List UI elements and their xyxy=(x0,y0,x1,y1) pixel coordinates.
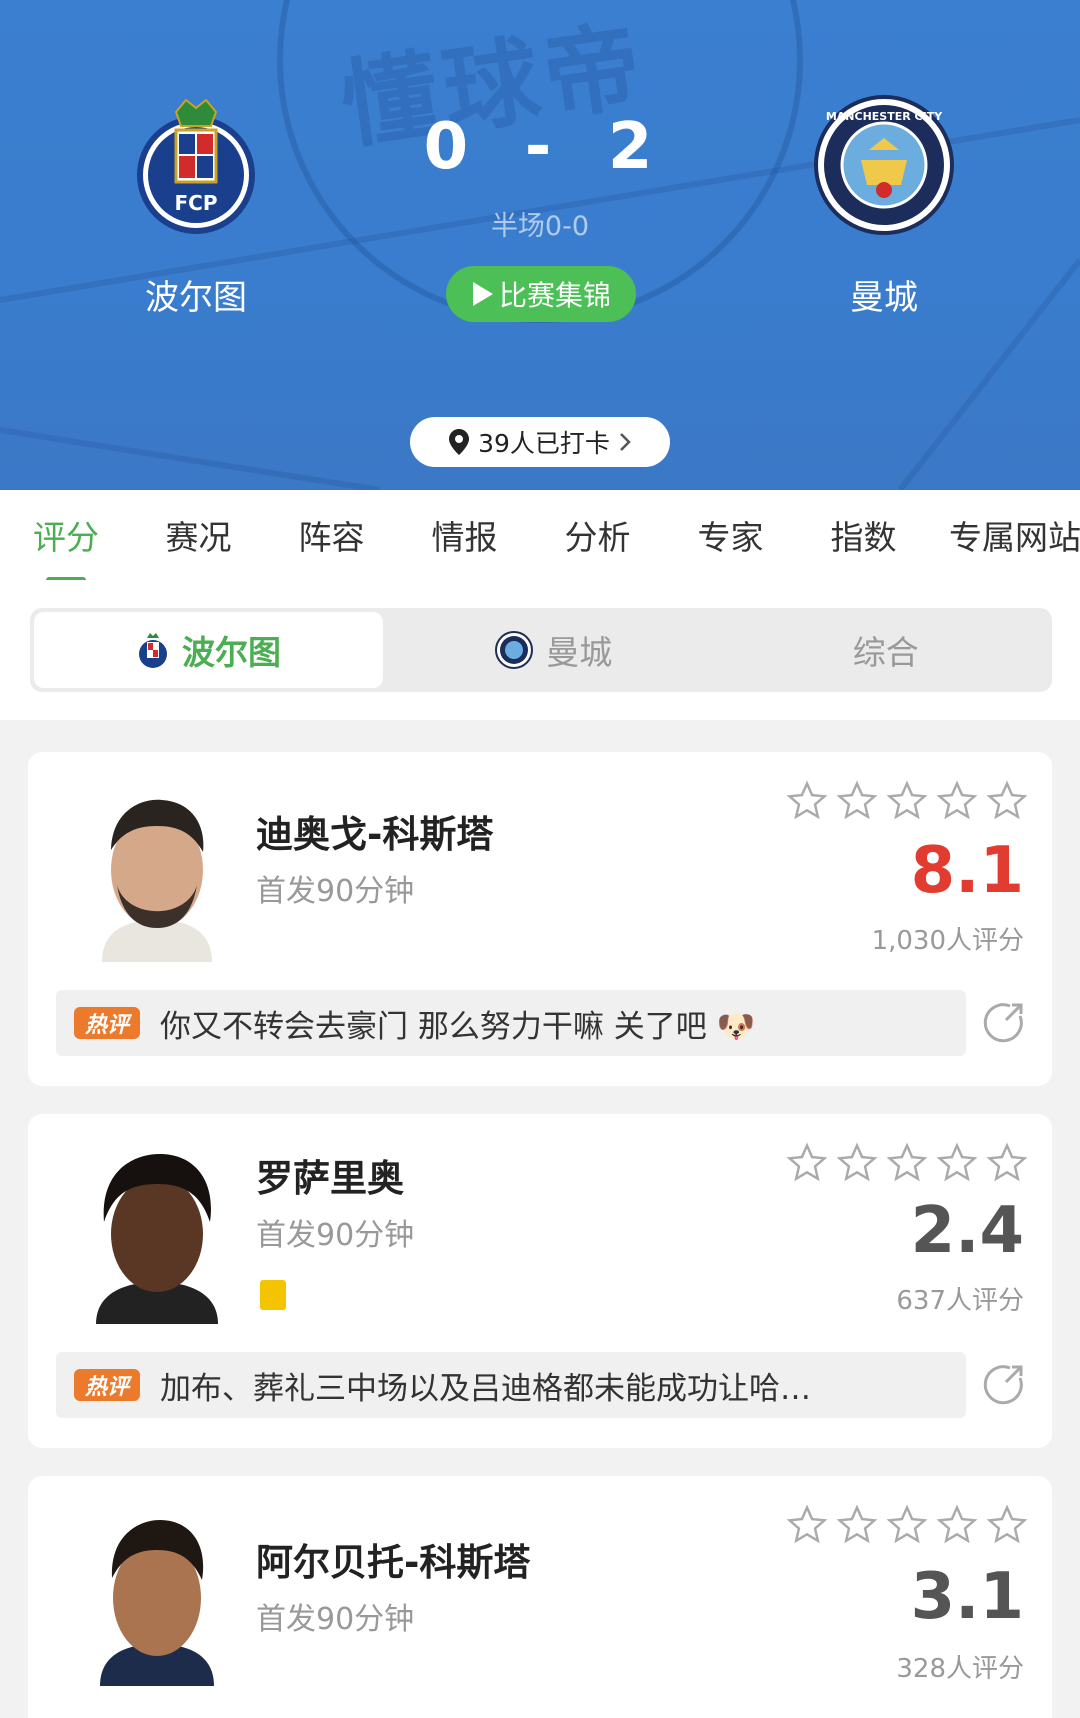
player-card[interactable]: 迪奥戈-科斯塔 首发90分钟 8.1 1,030人评分 热评 你又不转会去豪门 … xyxy=(28,752,1052,1086)
hot-comment[interactable]: 热评 你又不转会去豪门 那么努力干嘛 关了吧 🐶 xyxy=(56,990,966,1056)
star-icon[interactable] xyxy=(886,1142,928,1184)
hot-comment-badge: 热评 xyxy=(74,1007,140,1039)
highlights-button[interactable]: 比赛集锦 xyxy=(446,266,636,322)
porto-crest-letters: FCP xyxy=(175,191,218,215)
tab-intel[interactable]: 情报 xyxy=(398,511,531,559)
player-rating: 3.1 xyxy=(910,1560,1024,1634)
porto-crest-icon: FCP xyxy=(137,98,255,234)
player-name: 阿尔贝托-科斯塔 xyxy=(256,1541,531,1584)
rating-count: 1,030人评分 xyxy=(871,926,1024,956)
segment-combined[interactable]: 综合 xyxy=(720,608,1052,692)
segment-home-label: 波尔图 xyxy=(182,633,282,672)
checkin-button[interactable]: 39人已打卡 xyxy=(410,417,670,467)
star-icon[interactable] xyxy=(986,1142,1028,1184)
man-city-crest-icon: MANCHESTER CITY xyxy=(814,95,954,235)
star-icon[interactable] xyxy=(886,1504,928,1546)
player-rating: 2.4 xyxy=(910,1194,1024,1268)
city-small-crest-icon xyxy=(495,631,534,669)
tab-exclusive-site[interactable]: 专属网站 xyxy=(930,511,1080,559)
segment-away-label: 曼城 xyxy=(546,633,613,672)
location-pin-icon xyxy=(449,429,470,455)
halftime-score: 半场0-0 xyxy=(490,211,590,242)
rating-stars[interactable] xyxy=(786,1504,1028,1546)
hot-comment-text: 加布、葬礼三中场以及吕迪格都未能成功让哈… xyxy=(160,1370,811,1407)
hot-comment-badge: 热评 xyxy=(74,1369,140,1401)
rating-count: 328人评分 xyxy=(896,1654,1024,1684)
highlights-label: 比赛集锦 xyxy=(498,279,611,312)
play-icon xyxy=(472,282,493,306)
tab-lineup[interactable]: 阵容 xyxy=(265,511,398,559)
player-name: 迪奥戈-科斯塔 xyxy=(256,813,494,856)
star-icon[interactable] xyxy=(936,1504,978,1546)
star-icon[interactable] xyxy=(936,780,978,822)
rating-stars[interactable] xyxy=(786,1142,1028,1184)
star-icon[interactable] xyxy=(986,1504,1028,1546)
tab-rating[interactable]: 评分 xyxy=(0,511,132,580)
star-icon[interactable] xyxy=(836,1142,878,1184)
player-name: 罗萨里奥 xyxy=(256,1157,404,1200)
city-crest-text: MANCHESTER CITY xyxy=(826,110,943,123)
hot-comment[interactable]: 热评 加布、葬礼三中场以及吕迪格都未能成功让哈… xyxy=(56,1352,966,1418)
segment-away[interactable]: 曼城 xyxy=(387,608,719,692)
player-minutes: 首发90分钟 xyxy=(256,1218,415,1253)
share-icon[interactable] xyxy=(982,1362,1026,1406)
tab-experts[interactable]: 专家 xyxy=(664,511,797,559)
tab-index[interactable]: 指数 xyxy=(797,511,930,559)
match-header: 懂球帝 FCP 波尔图 0 - 2 半场0-0 比赛集锦 MANCHESTER … xyxy=(0,0,1080,490)
away-score: 2 xyxy=(607,110,657,184)
away-team[interactable]: MANCHESTER CITY 曼城 xyxy=(764,90,1004,319)
player-card[interactable]: 阿尔贝托-科斯塔 首发90分钟 3.1 328人评分 xyxy=(28,1476,1052,1718)
rating-count: 637人评分 xyxy=(896,1286,1024,1316)
home-score: 0 xyxy=(423,110,473,184)
hot-comment-text: 你又不转会去豪门 那么努力干嘛 关了吧 🐶 xyxy=(160,1008,756,1045)
yellow-card-icon xyxy=(260,1280,286,1310)
tab-analysis[interactable]: 分析 xyxy=(531,511,664,559)
star-icon[interactable] xyxy=(786,1504,828,1546)
star-icon[interactable] xyxy=(786,1142,828,1184)
player-card[interactable]: 罗萨里奥 首发90分钟 2.4 637人评分 热评 加布、葬礼三中场以及吕迪格都… xyxy=(28,1114,1052,1448)
player-rating: 8.1 xyxy=(910,834,1024,908)
chevron-right-icon xyxy=(620,433,631,451)
segment-combined-label: 综合 xyxy=(852,633,919,672)
star-icon[interactable] xyxy=(936,1142,978,1184)
home-team-name: 波尔图 xyxy=(145,278,247,318)
tab-live[interactable]: 赛况 xyxy=(132,511,265,559)
player-avatar xyxy=(82,1504,232,1686)
player-avatar xyxy=(82,1142,232,1324)
home-team[interactable]: FCP 波尔图 xyxy=(76,90,316,319)
player-avatar xyxy=(82,780,232,962)
checkin-label: 39人已打卡 xyxy=(478,429,610,458)
porto-small-crest-icon xyxy=(139,633,168,668)
star-icon[interactable] xyxy=(786,780,828,822)
star-icon[interactable] xyxy=(986,780,1028,822)
player-minutes: 首发90分钟 xyxy=(256,874,415,909)
star-icon[interactable] xyxy=(886,780,928,822)
score-separator: - xyxy=(524,110,556,184)
share-icon[interactable] xyxy=(982,1000,1026,1044)
player-minutes: 首发90分钟 xyxy=(256,1602,415,1637)
scoreline: 0 - 2 xyxy=(390,110,690,184)
star-icon[interactable] xyxy=(836,1504,878,1546)
segment-home[interactable]: 波尔图 xyxy=(34,612,384,688)
match-tabs: 评分 赛况 阵容 情报 分析 专家 指数 专属网站 xyxy=(0,490,1080,580)
star-icon[interactable] xyxy=(836,780,878,822)
away-team-name: 曼城 xyxy=(850,278,918,318)
rating-stars[interactable] xyxy=(786,780,1028,822)
team-segment-control: 波尔图 曼城 综合 xyxy=(30,608,1052,692)
